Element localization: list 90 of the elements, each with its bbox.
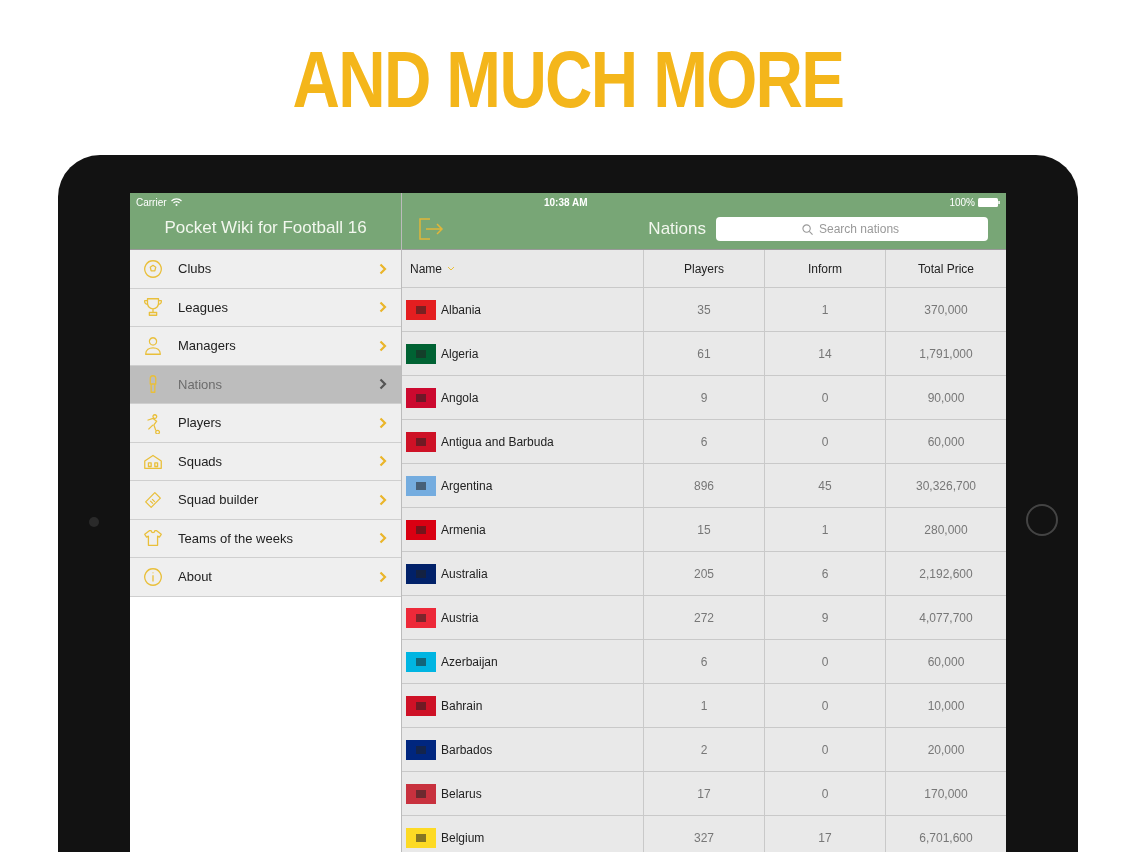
table-cell: 4,077,700 [919,610,973,625]
exit-icon[interactable] [418,217,444,241]
nation-name: Barbados [441,742,493,757]
table-cell: 14 [818,346,832,361]
nation-name: Bahrain [441,698,483,713]
wifi-icon [170,198,182,206]
nation-name: Austria [441,610,479,625]
table-cell: 280,000 [924,522,968,537]
menu-icon [142,565,164,588]
table-cell: 90,000 [927,390,965,405]
table-cell: 2,192,600 [919,566,973,581]
column-header[interactable]: Total Price [886,250,1006,287]
table-cell: 327 [694,830,714,845]
chevron-icon [379,570,387,583]
menu-item[interactable]: Teams of the weeks [130,519,401,558]
table-cell: 60,000 [927,434,965,449]
table-cell: 1 [700,698,708,713]
table-cell: 0 [821,434,829,449]
table-cell: 10,000 [927,698,965,713]
chevron-icon [379,301,387,314]
headline: AND MUCH MORE [291,34,845,126]
chevron-icon [379,378,387,391]
nation-name: Armenia [441,522,486,537]
sort-caret-icon [447,266,455,271]
nation-name: Australia [441,566,488,581]
nation-name: Azerbaijan [441,654,498,669]
table-cell: 896 [694,478,714,493]
menu-item[interactable]: Clubs [130,250,401,289]
nation-name: Algeria [441,346,479,361]
table-cell: 30,326,700 [915,478,977,493]
table-cell: 61 [697,346,711,361]
table-cell: 6 [700,434,708,449]
nation-name: Antigua and Barbuda [441,434,554,449]
table-cell: 0 [821,654,829,669]
table-cell: 0 [821,786,829,801]
table-cell: 20,000 [927,742,965,757]
chevron-icon [379,262,387,275]
column-header[interactable]: Name [402,250,644,287]
table-cell: 170,000 [924,786,968,801]
search-field[interactable]: Search nations [716,217,988,241]
battery-icon [978,197,1000,207]
table-cell: 6 [821,566,829,581]
search-icon [802,224,813,235]
status-time: 10:38 AM [544,196,588,208]
table-cell: 15 [697,522,711,537]
table-cell: 6,701,600 [919,830,973,845]
table-cell: 0 [821,698,829,713]
chevron-icon [379,532,387,545]
menu-item[interactable]: Squad builder [130,481,401,520]
nation-name: Argentina [441,478,493,493]
table-cell: 9 [700,390,708,405]
battery-percent: 100% [949,196,975,208]
chevron-icon [379,493,387,506]
table-cell: 370,000 [924,302,968,317]
table-cell: 1 [821,522,829,537]
column-header[interactable]: Players [644,250,765,287]
table-cell: 45 [818,478,832,493]
chevron-icon [379,455,387,468]
menu-item[interactable]: About [130,558,401,597]
table-cell: 2 [700,742,708,757]
nation-name: Angola [441,390,479,405]
carrier-label: Carrier [136,196,167,208]
nation-name: Albania [441,302,482,317]
table-cell: 6 [700,654,708,669]
page-title: Nations [648,219,706,239]
nation-name: Belgium [441,830,485,845]
chevron-icon [379,339,387,352]
table-cell: 0 [821,742,829,757]
chevron-icon [379,416,387,429]
nation-name: Belarus [441,786,482,801]
table-cell: 17 [697,786,711,801]
table-cell: 0 [821,390,829,405]
table-cell: 9 [821,610,829,625]
camera-dot [89,517,99,527]
menu-item[interactable]: Players [130,404,401,443]
table-cell: 17 [818,830,832,845]
app-title: Pocket Wiki for Football 16 [163,217,368,239]
menu-icon [142,334,164,357]
menu-icon [142,257,164,280]
table-cell: 205 [694,566,714,581]
table-cell: 272 [694,610,714,625]
table-cell: 1,791,000 [919,346,973,361]
table-cell: 1 [821,302,829,317]
menu-item[interactable]: Leagues [130,288,401,327]
table-cell: 35 [697,302,711,317]
menu-icon [142,296,164,319]
menu-item[interactable]: Squads [130,442,401,481]
menu-item[interactable]: Managers [130,327,401,366]
table-cell: 60,000 [927,654,965,669]
column-header[interactable]: Inform [765,250,886,287]
